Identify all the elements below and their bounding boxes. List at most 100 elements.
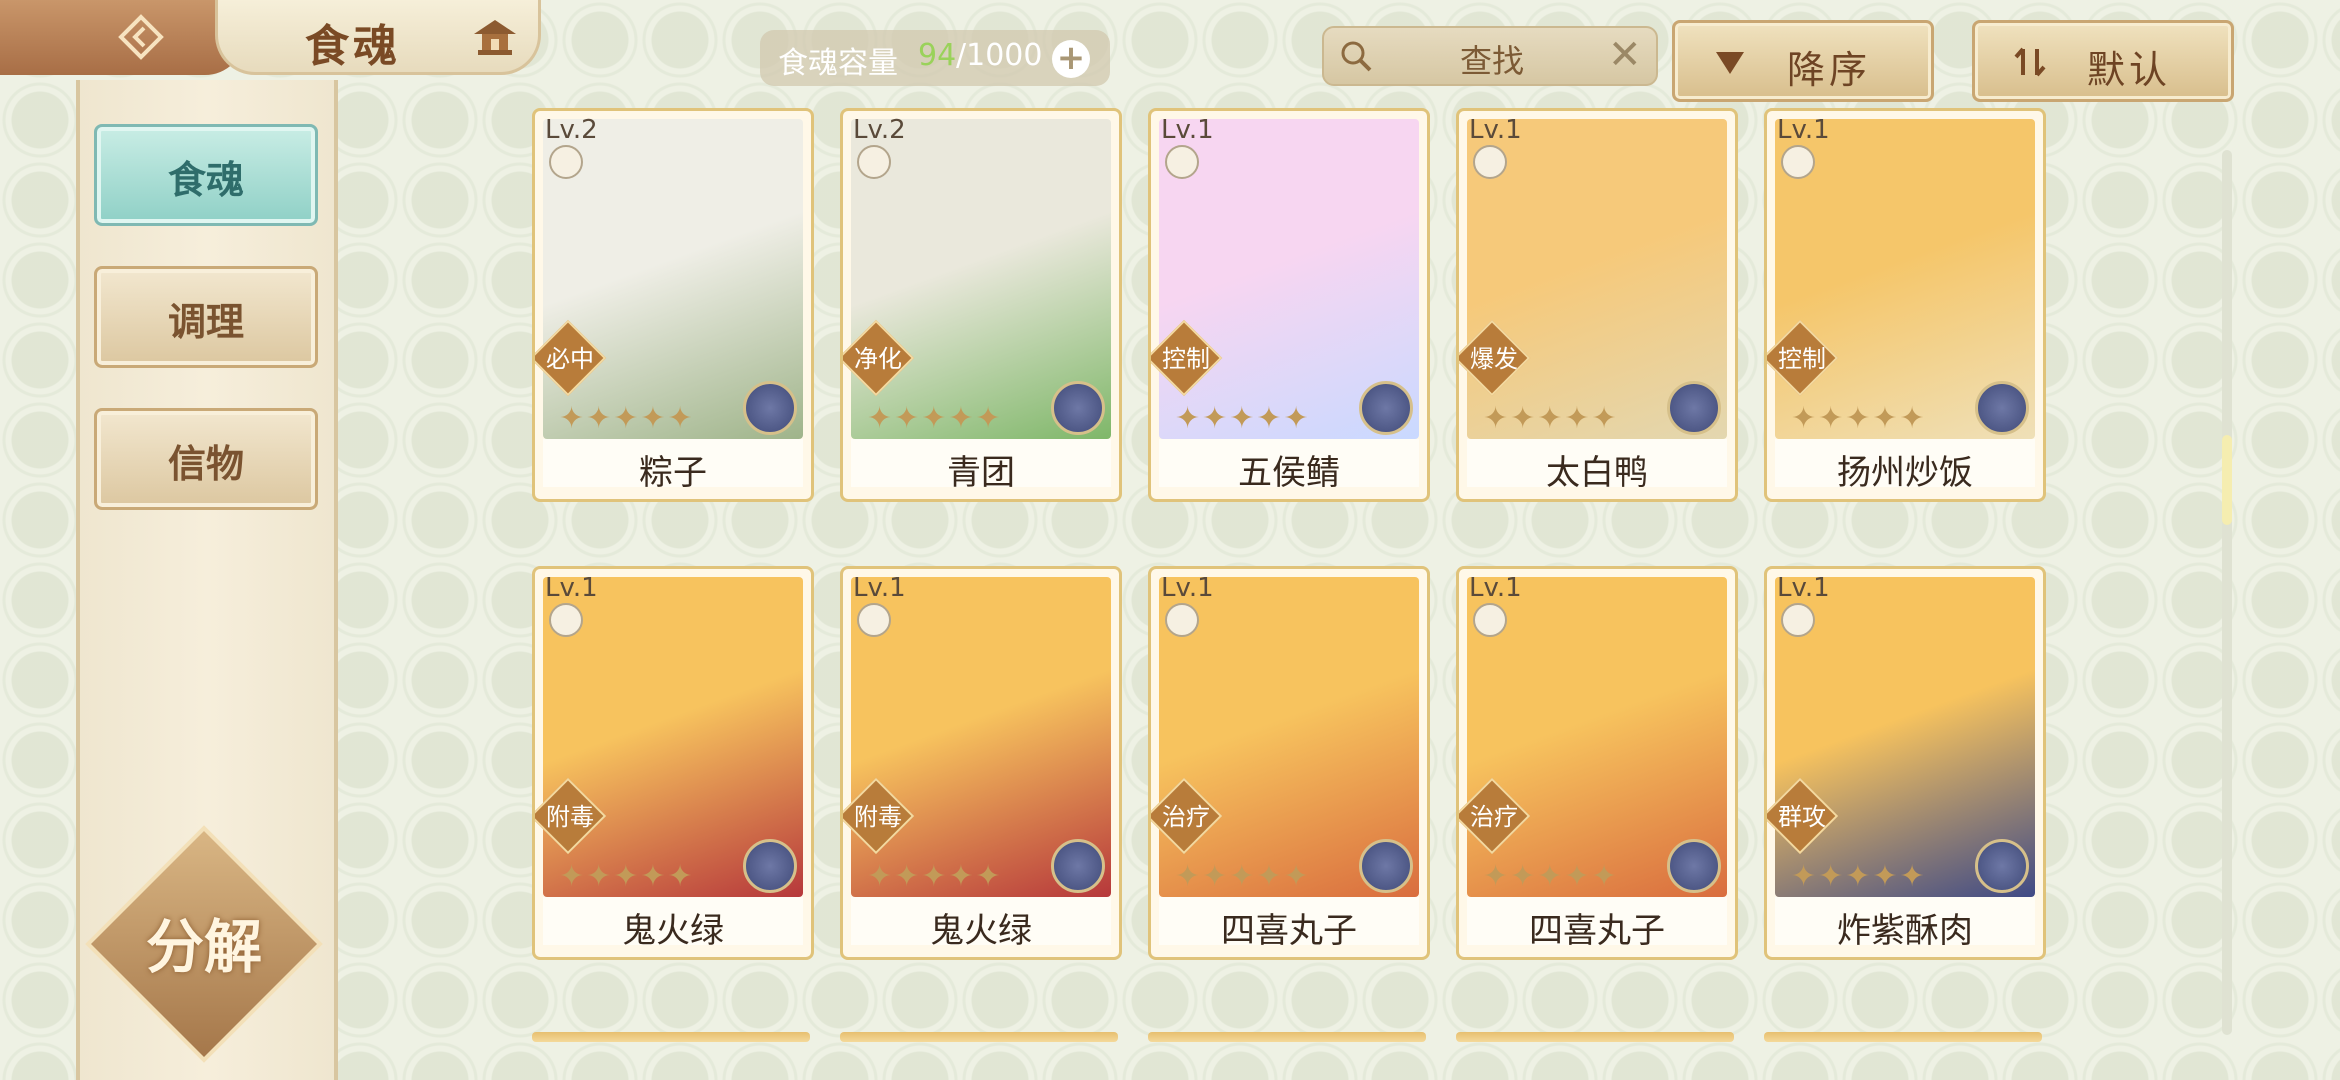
card-name: 青团: [947, 453, 1015, 493]
clear-search-icon[interactable]: ✕: [1608, 32, 1642, 78]
element-medal-icon: [743, 381, 797, 435]
skill-tag: 必中: [546, 345, 594, 373]
sidebar-item-condition[interactable]: 调理: [94, 266, 318, 368]
capacity-max: /1000: [956, 38, 1043, 73]
card-level: Lv.2: [545, 115, 598, 145]
scrollbar-track[interactable]: [2222, 150, 2232, 1035]
foodsoul-card[interactable]: Lv.1 附毒 ✦✦✦✦✦ 鬼火绿: [532, 566, 814, 960]
bowl-icon: [1781, 603, 1815, 637]
sidebar-item-label: 调理: [167, 300, 244, 344]
capacity-current: 94: [918, 38, 957, 73]
bowl-icon: [1165, 145, 1199, 179]
foodsoul-card[interactable]: Lv.2 净化 ✦✦✦✦✦ 青团: [840, 108, 1122, 502]
flame-stars-icon: ✦✦✦✦✦: [559, 401, 695, 436]
card-name-bar: 四喜丸子: [1159, 897, 1419, 951]
default-sort-button[interactable]: 默认: [1972, 20, 2234, 102]
skill-tag: 治疗: [1162, 803, 1210, 831]
search-input[interactable]: 查找 ✕: [1322, 26, 1658, 86]
flame-stars-icon: ✦✦✦✦✦: [1791, 401, 1927, 436]
foodsoul-card[interactable]: Lv.2 必中 ✦✦✦✦✦ 粽子: [532, 108, 814, 502]
element-medal-icon: [1975, 839, 2029, 893]
card-name: 粽子: [639, 453, 707, 493]
add-capacity-button[interactable]: +: [1052, 40, 1090, 78]
next-row-card-edge: [1148, 1032, 1426, 1042]
flame-stars-icon: ✦✦✦✦✦: [1483, 859, 1619, 894]
foodsoul-card[interactable]: Lv.1 治疗 ✦✦✦✦✦ 四喜丸子: [1456, 566, 1738, 960]
bowl-icon: [857, 145, 891, 179]
foodsoul-card[interactable]: Lv.1 附毒 ✦✦✦✦✦ 鬼火绿: [840, 566, 1122, 960]
flame-stars-icon: ✦✦✦✦✦: [867, 859, 1003, 894]
default-sort-label: 默认: [2087, 48, 2172, 92]
bowl-icon: [549, 145, 583, 179]
search-placeholder: 查找: [1460, 42, 1525, 80]
triangle-down-icon: [1716, 52, 1744, 74]
bowl-icon: [857, 603, 891, 637]
capacity-label: 食魂容量: [778, 46, 898, 81]
foodsoul-card[interactable]: Lv.1 控制 ✦✦✦✦✦ 五侯鲭: [1148, 108, 1430, 502]
pavilion-icon[interactable]: [470, 14, 520, 60]
flame-stars-icon: ✦✦✦✦✦: [867, 401, 1003, 436]
skill-tag: 控制: [1162, 345, 1210, 373]
skill-tag: 爆发: [1470, 345, 1518, 373]
sort-order-button[interactable]: 降序: [1672, 20, 1934, 102]
element-medal-icon: [1051, 381, 1105, 435]
card-name: 四喜丸子: [1221, 911, 1357, 951]
foodsoul-card[interactable]: Lv.1 爆发 ✦✦✦✦✦ 太白鸭: [1456, 108, 1738, 502]
search-icon: [1341, 41, 1372, 72]
skill-tag: 附毒: [546, 803, 594, 831]
flame-stars-icon: ✦✦✦✦✦: [559, 859, 695, 894]
next-row-card-edge: [1456, 1032, 1734, 1042]
sidebar-item-label: 信物: [167, 442, 244, 486]
foodsoul-card[interactable]: Lv.1 群攻 ✦✦✦✦✦ 炸紫酥肉: [1764, 566, 2046, 960]
sort-order-label: 降序: [1787, 48, 1872, 92]
card-name: 鬼火绿: [622, 911, 724, 951]
card-name-bar: 扬州炒饭: [1775, 439, 2035, 493]
element-medal-icon: [743, 839, 797, 893]
sidebar-item-foodsoul[interactable]: 食魂: [94, 124, 318, 226]
skill-tag: 净化: [854, 345, 902, 373]
next-row-card-edge: [840, 1032, 1118, 1042]
element-medal-icon: [1359, 839, 1413, 893]
decompose-label: 分解: [145, 913, 262, 981]
card-level: Lv.1: [1777, 573, 1830, 603]
card-name-bar: 青团: [851, 439, 1111, 493]
foodsoul-card[interactable]: Lv.1 控制 ✦✦✦✦✦ 扬州炒饭: [1764, 108, 2046, 502]
element-medal-icon: [1667, 381, 1721, 435]
page-title: 食魂: [305, 21, 401, 72]
back-icon[interactable]: [118, 14, 164, 60]
foodsoul-card[interactable]: Lv.1 治疗 ✦✦✦✦✦ 四喜丸子: [1148, 566, 1430, 960]
card-name-bar: 太白鸭: [1467, 439, 1727, 493]
card-name: 扬州炒饭: [1837, 453, 1973, 493]
bowl-icon: [549, 603, 583, 637]
card-level: Lv.1: [1161, 115, 1214, 145]
card-name: 太白鸭: [1546, 453, 1648, 493]
element-medal-icon: [1051, 839, 1105, 893]
scrollbar-thumb[interactable]: [2222, 435, 2232, 525]
card-level: Lv.1: [1469, 573, 1522, 603]
next-row-card-edge: [532, 1032, 810, 1042]
card-level: Lv.1: [545, 573, 598, 603]
sidebar-item-token[interactable]: 信物: [94, 408, 318, 510]
flame-stars-icon: ✦✦✦✦✦: [1791, 859, 1927, 894]
card-name: 鬼火绿: [930, 911, 1032, 951]
skill-tag: 治疗: [1470, 803, 1518, 831]
skill-tag: 控制: [1778, 345, 1826, 373]
skill-tag: 群攻: [1778, 803, 1826, 831]
sort-arrows-icon: [2014, 47, 2046, 77]
capacity-indicator: 食魂容量 94 /1000 +: [760, 30, 1110, 86]
sidebar-item-label: 食魂: [167, 158, 244, 202]
card-level: Lv.2: [853, 115, 906, 145]
card-level: Lv.1: [1469, 115, 1522, 145]
card-name-bar: 四喜丸子: [1467, 897, 1727, 951]
card-name-bar: 鬼火绿: [851, 897, 1111, 951]
flame-stars-icon: ✦✦✦✦✦: [1175, 401, 1311, 436]
bowl-icon: [1781, 145, 1815, 179]
flame-stars-icon: ✦✦✦✦✦: [1175, 859, 1311, 894]
bowl-icon: [1473, 145, 1507, 179]
skill-tag: 附毒: [854, 803, 902, 831]
card-level: Lv.1: [1777, 115, 1830, 145]
card-name-bar: 鬼火绿: [543, 897, 803, 951]
card-name-bar: 炸紫酥肉: [1775, 897, 2035, 951]
flame-stars-icon: ✦✦✦✦✦: [1483, 401, 1619, 436]
card-name: 四喜丸子: [1529, 911, 1665, 951]
